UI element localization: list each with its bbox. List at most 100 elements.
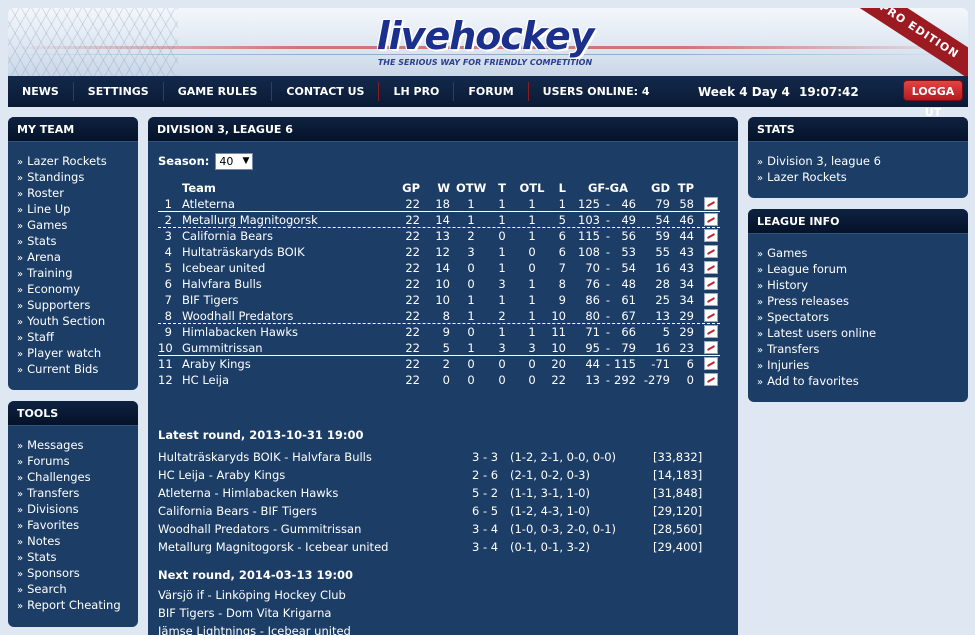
team-link[interactable]: Atleterna	[182, 196, 235, 212]
team-graph-icon[interactable]	[704, 357, 718, 370]
next-match[interactable]: Jämse Lightnings - Icebear united	[158, 622, 718, 635]
team-graph-icon[interactable]	[704, 341, 718, 354]
tools-item-favorites[interactable]: » Favorites	[17, 517, 138, 533]
cell-l: 7	[558, 261, 566, 275]
my-team-item-line-up[interactable]: » Line Up	[17, 201, 138, 217]
nav-game-rules[interactable]: GAME RULES	[164, 82, 273, 101]
next-match[interactable]: BIF Tigers - Dom Vita Krigarna	[158, 604, 718, 622]
column-header-gd[interactable]: GD	[640, 180, 670, 196]
column-header-tp[interactable]: TP	[672, 180, 694, 196]
my-team-item-standings[interactable]: » Standings	[17, 169, 138, 185]
team-link[interactable]: Halvfara Bulls	[182, 276, 262, 292]
team-link[interactable]: Araby Kings	[182, 356, 251, 372]
tools-item-notes[interactable]: » Notes	[17, 533, 138, 549]
cell-l: 9	[558, 293, 566, 307]
my-team-item-current-bids[interactable]: » Current Bids	[17, 361, 138, 377]
team-graph-icon[interactable]	[704, 197, 718, 210]
tools-item-forums[interactable]: » Forums	[17, 453, 138, 469]
result-row[interactable]: California Bears - BIF Tigers 6 - 5 (1-2, …	[158, 502, 718, 520]
team-graph-icon[interactable]	[704, 229, 718, 242]
season-select[interactable]: 40 ▼	[215, 153, 254, 170]
team-graph-icon[interactable]	[704, 373, 718, 386]
team-link[interactable]: California Bears	[182, 228, 273, 244]
my-team-item-player-watch[interactable]: » Player watch	[17, 345, 138, 361]
league-item-latest-users[interactable]: » Latest users online	[757, 325, 968, 341]
tools-item-search[interactable]: » Search	[17, 581, 138, 597]
result-match[interactable]: Hultaträskaryds BOIK - Halvfara Bulls	[158, 448, 372, 466]
tools-item-stats[interactable]: » Stats	[17, 549, 138, 565]
tools-item-messages[interactable]: » Messages	[17, 437, 138, 453]
stats-item-division[interactable]: » Division 3, league 6	[757, 153, 968, 169]
tools-item-sponsors[interactable]: » Sponsors	[17, 565, 138, 581]
result-match[interactable]: Atleterna - Himlabacken Hawks	[158, 484, 338, 502]
my-team-item-arena[interactable]: » Arena	[17, 249, 138, 265]
my-team-item-roster[interactable]: » Roster	[17, 185, 138, 201]
logout-button[interactable]: LOGGA UT	[903, 80, 963, 119]
result-row[interactable]: Woodhall Predators - Gummitrissan 3 - 4 (1…	[158, 520, 718, 538]
my-team-item-staff[interactable]: » Staff	[17, 329, 138, 345]
my-team-item-games[interactable]: » Games	[17, 217, 138, 233]
league-item-games[interactable]: » Games	[757, 245, 968, 261]
column-header-t[interactable]: T	[492, 180, 512, 196]
result-row[interactable]: Hultaträskaryds BOIK - Halvfara Bulls 3 -…	[158, 448, 718, 466]
league-item-transfers[interactable]: » Transfers	[757, 341, 968, 357]
my-team-item-stats[interactable]: » Stats	[17, 233, 138, 249]
nav-settings[interactable]: SETTINGS	[74, 82, 164, 101]
league-item-press-releases[interactable]: » Press releases	[757, 293, 968, 309]
stats-item-team[interactable]: » Lazer Rockets	[757, 169, 968, 185]
next-match[interactable]: Värsjö if - Linköping Hockey Club	[158, 586, 718, 604]
nav-users-online[interactable]: USERS ONLINE: 4	[529, 82, 664, 101]
site-logo[interactable]: livehockey	[354, 16, 616, 58]
my-team-item-lazer-rockets[interactable]: » Lazer Rockets	[17, 153, 138, 169]
team-link[interactable]: Himlabacken Hawks	[182, 324, 298, 340]
column-header-gp[interactable]: GP	[396, 180, 420, 196]
team-link[interactable]: Metallurg Magnitogorsk	[182, 212, 318, 228]
team-link[interactable]: Woodhall Predators	[182, 308, 293, 324]
cell-gd: -71	[651, 357, 670, 371]
result-match[interactable]: Metallurg Magnitogorsk - Icebear united	[158, 538, 388, 556]
result-match[interactable]: HC Leija - Araby Kings	[158, 466, 285, 484]
team-graph-icon[interactable]	[704, 277, 718, 290]
league-item-add-favorites[interactable]: » Add to favorites	[757, 373, 968, 389]
tools-item-challenges[interactable]: » Challenges	[17, 469, 138, 485]
nav-contact-us[interactable]: CONTACT US	[272, 82, 380, 101]
nav-forum[interactable]: FORUM	[454, 82, 529, 101]
my-team-item-economy[interactable]: » Economy	[17, 281, 138, 297]
result-row[interactable]: Atleterna - Himlabacken Hawks 5 - 2 (1-1, …	[158, 484, 718, 502]
team-graph-icon[interactable]	[704, 309, 718, 322]
column-header-team[interactable]: Team	[182, 180, 216, 196]
result-match[interactable]: Woodhall Predators - Gummitrissan	[158, 520, 361, 538]
league-item-injuries[interactable]: » Injuries	[757, 357, 968, 373]
league-item-history[interactable]: » History	[757, 277, 968, 293]
team-link[interactable]: Hultaträskaryds BOIK	[182, 244, 305, 260]
result-match[interactable]: California Bears - BIF Tigers	[158, 502, 317, 520]
team-link[interactable]: Gummitrissan	[182, 340, 263, 356]
column-header-l[interactable]: L	[550, 180, 566, 196]
tools-item-divisions[interactable]: » Divisions	[17, 501, 138, 517]
tools-item-report-cheating[interactable]: » Report Cheating	[17, 597, 138, 613]
tools-item-transfers[interactable]: » Transfers	[17, 485, 138, 501]
result-row[interactable]: Metallurg Magnitogorsk - Icebear united 3…	[158, 538, 718, 556]
cell-tp: 43	[679, 261, 694, 275]
column-header-otl[interactable]: OTL	[516, 180, 548, 196]
team-link[interactable]: BIF Tigers	[182, 292, 239, 308]
team-graph-icon[interactable]	[704, 261, 718, 274]
nav-news[interactable]: NEWS	[8, 82, 74, 101]
team-graph-icon[interactable]	[704, 245, 718, 258]
my-team-item-youth-section[interactable]: » Youth Section	[17, 313, 138, 329]
team-graph-icon[interactable]	[704, 213, 718, 226]
column-header-gfga[interactable]: GF-GA	[576, 180, 640, 196]
league-item-forum[interactable]: » League forum	[757, 261, 968, 277]
cell-tp: 0	[686, 373, 694, 387]
team-graph-icon[interactable]	[704, 325, 718, 338]
nav-lh-pro[interactable]: LH PRO	[379, 82, 455, 101]
league-item-spectators[interactable]: » Spectators	[757, 309, 968, 325]
column-header-w[interactable]: W	[426, 180, 450, 196]
team-graph-icon[interactable]	[704, 293, 718, 306]
my-team-item-supporters[interactable]: » Supporters	[17, 297, 138, 313]
my-team-item-training[interactable]: » Training	[17, 265, 138, 281]
column-header-otw[interactable]: OTW	[456, 180, 486, 196]
result-row[interactable]: HC Leija - Araby Kings 2 - 6 (2-1, 0-2, 0-…	[158, 466, 718, 484]
team-link[interactable]: HC Leija	[182, 372, 229, 388]
team-link[interactable]: Icebear united	[182, 260, 265, 276]
